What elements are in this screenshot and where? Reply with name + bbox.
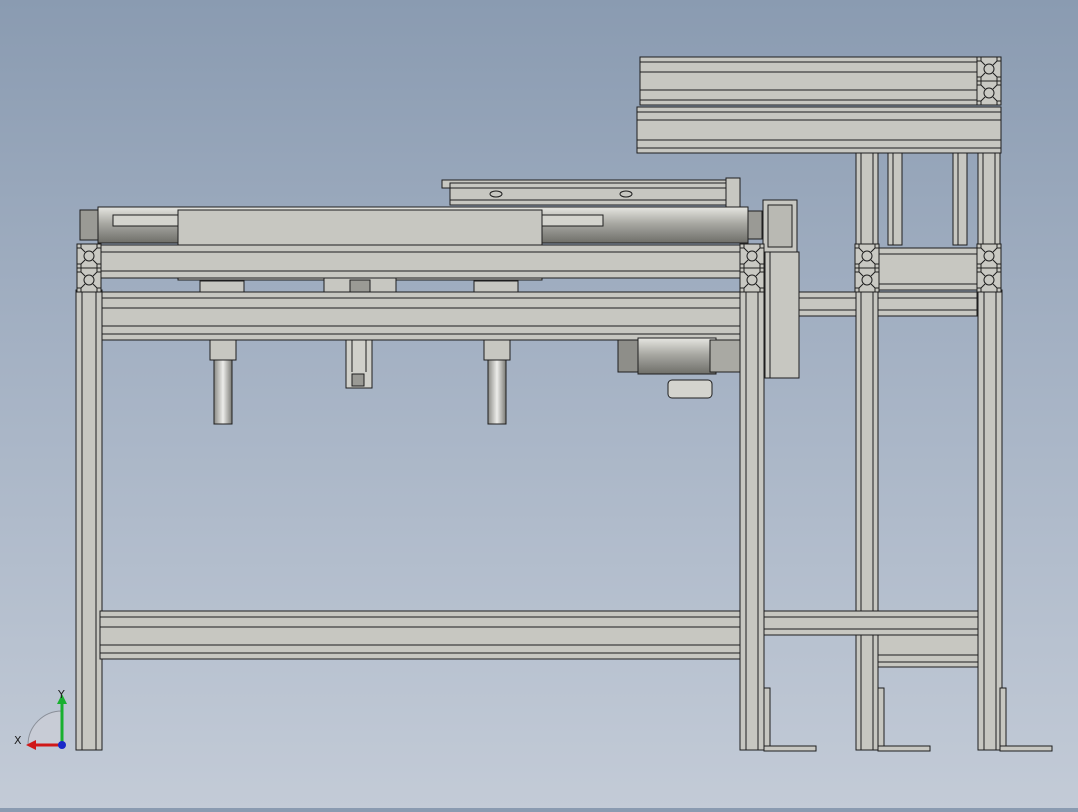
slide-table [441,177,741,209]
z-axis-dot [58,741,66,749]
corner-bracket [854,243,880,269]
main-top-beam [99,291,741,341]
right-inner-post [855,289,879,751]
corner-bracket [76,243,102,269]
triad-plane-icon [27,710,63,746]
corner-bracket [854,267,880,293]
corner-bracket [976,56,1002,82]
corner-bracket [976,243,1002,269]
guide-rail-profile [99,244,741,279]
upper-rail-assembly [636,56,1002,154]
corner-bracket [739,267,765,293]
upper-beam-profile [636,106,1002,154]
cad-graphics-viewport[interactable]: Y X [0,0,1078,808]
motor-connector [667,379,713,399]
middle-post [739,289,765,751]
corner-bracket [976,267,1002,293]
bearing-block [473,280,519,294]
guide-rod-right [483,339,511,425]
machine-frame-drawing[interactable]: Y X [0,0,1078,808]
left-post [75,289,103,751]
corner-bracket [739,243,765,269]
upper-rail-profile [639,56,979,106]
y-axis-label: Y [57,688,65,701]
right-outer-post [977,289,1003,751]
guide-rod-left [209,339,237,425]
corner-bracket [76,267,102,293]
x-axis-label: X [14,734,22,747]
leveling-feet [763,687,1053,752]
center-sensor [345,339,373,389]
upper-support-columns [855,152,1001,246]
lower-beam-left [99,610,741,660]
corner-bracket [976,80,1002,106]
bearing-block [199,280,245,294]
coordinate-triad: Y X [14,688,67,750]
